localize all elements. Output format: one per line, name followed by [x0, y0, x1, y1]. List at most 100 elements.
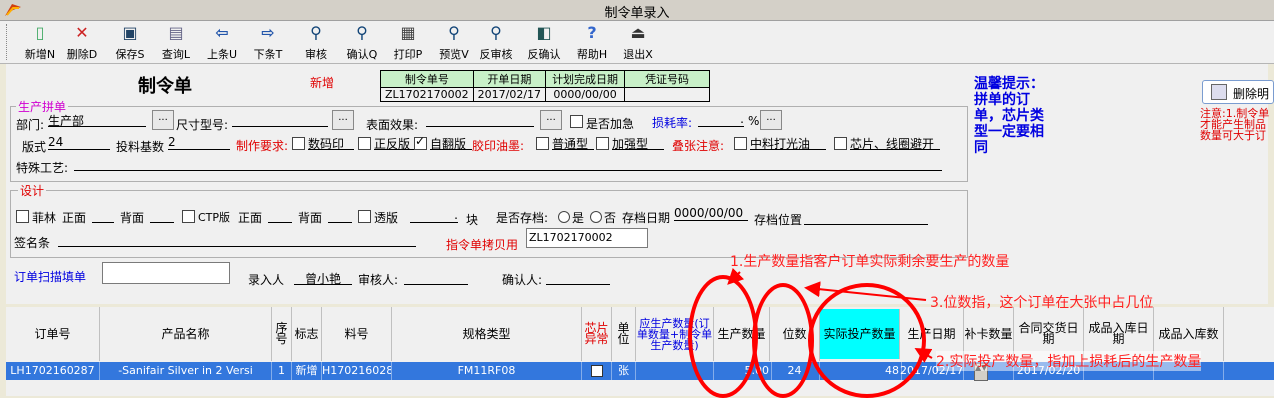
clear-label: 透版	[374, 211, 399, 225]
table-cell[interactable]	[582, 362, 612, 380]
table-cell[interactable]: 新增	[292, 362, 322, 380]
column-header[interactable]: 序号	[272, 307, 292, 361]
toolbar-button-0[interactable]: ▯ 新增N	[20, 23, 60, 61]
help-icon: ?	[587, 23, 597, 42]
confirm-field[interactable]	[546, 270, 610, 285]
toolbar-button-1[interactable]: ✕ 删除D	[62, 23, 102, 61]
copy-field[interactable]: ZL1702170002	[526, 228, 648, 248]
req-digital-label: 数码印	[308, 135, 354, 151]
table-cell[interactable]: -Sanifair Silver in 2 Versi	[100, 362, 272, 380]
req-digital-checkbox[interactable]	[292, 137, 305, 150]
clear-checkbox[interactable]	[358, 210, 371, 223]
toolbar-button-3[interactable]: ▤ 查询L	[156, 23, 196, 61]
column-header[interactable]: 标志	[292, 307, 322, 361]
ctp-checkbox[interactable]	[182, 210, 195, 223]
tips-line: 同	[974, 140, 988, 156]
column-header[interactable]: 产品名称	[100, 307, 272, 361]
column-header[interactable]: 规格类型	[392, 307, 582, 361]
column-header[interactable]: 芯片异常	[582, 307, 612, 361]
arrow-3	[804, 281, 927, 301]
film-checkbox[interactable]	[16, 210, 29, 223]
toolbar-button-4[interactable]: ⇦ 上条U	[202, 23, 242, 61]
archive-no-radio[interactable]	[590, 211, 602, 223]
column-header[interactable]: 单位	[612, 307, 636, 361]
film-back-field[interactable]	[150, 208, 174, 223]
film-front-field[interactable]	[92, 208, 114, 223]
toolbar-button-13[interactable]: ⏏ 退出X	[618, 23, 658, 61]
loss-label: 损耗率:	[652, 116, 693, 130]
stack-gloss-checkbox[interactable]	[734, 137, 747, 150]
query-icon: ▤	[168, 23, 184, 42]
scan-input[interactable]	[102, 262, 230, 284]
req-self-turn-label: 自翻版	[430, 135, 472, 151]
dept-lookup-button[interactable]: ...	[152, 110, 174, 130]
size-lookup-button[interactable]: ...	[332, 110, 354, 130]
urgent-checkbox[interactable]	[570, 115, 583, 128]
archive-pos-field[interactable]	[804, 210, 928, 225]
toolbar-button-2[interactable]: ▣ 保存S	[110, 23, 150, 61]
stack-chip-checkbox[interactable]	[834, 137, 847, 150]
archive-yes-radio[interactable]	[558, 211, 570, 223]
annotation-3: 3.位数指，这个订单在大张中占几位	[930, 295, 1154, 311]
note-line: 数量可大于订	[1200, 129, 1266, 142]
copy-label: 指令单拷贝用	[446, 238, 519, 252]
glue-normal-checkbox[interactable]	[536, 137, 549, 150]
surface-label: 表面效果:	[366, 118, 419, 132]
unconfirm-icon: ◧	[536, 23, 552, 42]
toolbar-button-label: 反确认	[527, 48, 561, 61]
ctp-front-field[interactable]	[268, 208, 292, 223]
table-cell[interactable]: 1	[272, 362, 292, 380]
req-front-back-label: 正反版	[374, 135, 418, 151]
magnifier-icon: ⚲	[490, 23, 502, 42]
base-field[interactable]: 2	[168, 135, 230, 150]
entry-field[interactable]: 曾小艳	[294, 270, 352, 286]
column-header[interactable]: 订单号	[6, 307, 100, 361]
table-cell[interactable]: H1702160287	[322, 362, 392, 380]
sign-field[interactable]	[58, 232, 416, 247]
urgent-label: 是否加急	[586, 117, 635, 131]
special-field[interactable]	[74, 156, 942, 171]
table-cell[interactable]: 张	[612, 362, 636, 380]
loss-field[interactable]: .	[698, 112, 744, 127]
delete-detail-button[interactable]: 删除明	[1202, 80, 1274, 104]
loss-lookup-button[interactable]: ...	[760, 110, 782, 130]
req-self-turn-checkbox[interactable]	[414, 134, 427, 150]
glue-strong-checkbox[interactable]	[596, 137, 609, 150]
toolbar-button-7[interactable]: ⚲ 确认Q	[342, 23, 382, 61]
stack-label: 叠张注意:	[672, 139, 725, 153]
audit-field[interactable]	[404, 270, 468, 285]
block-field[interactable]: .	[410, 208, 458, 223]
surface-field[interactable]	[426, 112, 534, 127]
toolbar-button-12[interactable]: ? 帮助H	[572, 23, 612, 61]
layout-field[interactable]: 24	[48, 135, 110, 150]
ctp-label: CTP版	[198, 211, 231, 224]
table-cell[interactable]: LH1702160287	[6, 362, 100, 380]
toolbar-button-5[interactable]: ⇨ 下条T	[248, 23, 288, 61]
table-cell[interactable]: FM11RF08	[392, 362, 582, 380]
dept-field[interactable]: 生产部	[48, 112, 146, 128]
toolbar-button-9[interactable]: ⚲ 预览V	[434, 23, 474, 61]
toolbar-button-label: 下条T	[253, 48, 283, 61]
arrow-1	[727, 267, 745, 285]
toolbar-button-6[interactable]: ⚲ 审核	[296, 23, 336, 61]
toolbar-button-11[interactable]: ◧ 反确认	[524, 23, 564, 61]
magnifier-icon: ⚲	[448, 23, 460, 42]
ctp-back-label: 背面	[298, 211, 323, 225]
sign-label: 签名条	[14, 236, 51, 250]
tips-line: 单，芯片类	[974, 108, 1044, 124]
size-field[interactable]	[232, 112, 328, 127]
base-label: 投料基数	[116, 140, 165, 154]
archive-date-field[interactable]: 0000/00/00	[674, 206, 748, 221]
voucher-value	[624, 87, 711, 102]
column-header[interactable]: 料号	[322, 307, 392, 361]
chip-abnormal-checkbox[interactable]	[590, 365, 603, 377]
surface-lookup-button[interactable]: ...	[540, 110, 562, 130]
plan-finish-value: 0000/00/00	[545, 87, 626, 102]
req-front-back-checkbox[interactable]	[358, 137, 371, 150]
toolbar-button-8[interactable]: ▦ 打印P	[388, 23, 428, 61]
toolbar-grip[interactable]	[6, 24, 10, 60]
ctp-back-field[interactable]	[328, 208, 352, 223]
toolbar-button-10[interactable]: ⚲ 反审核	[476, 23, 516, 61]
toolbar-button-label: 删除D	[66, 48, 98, 61]
delete-detail-label: 删除明	[1233, 87, 1270, 101]
